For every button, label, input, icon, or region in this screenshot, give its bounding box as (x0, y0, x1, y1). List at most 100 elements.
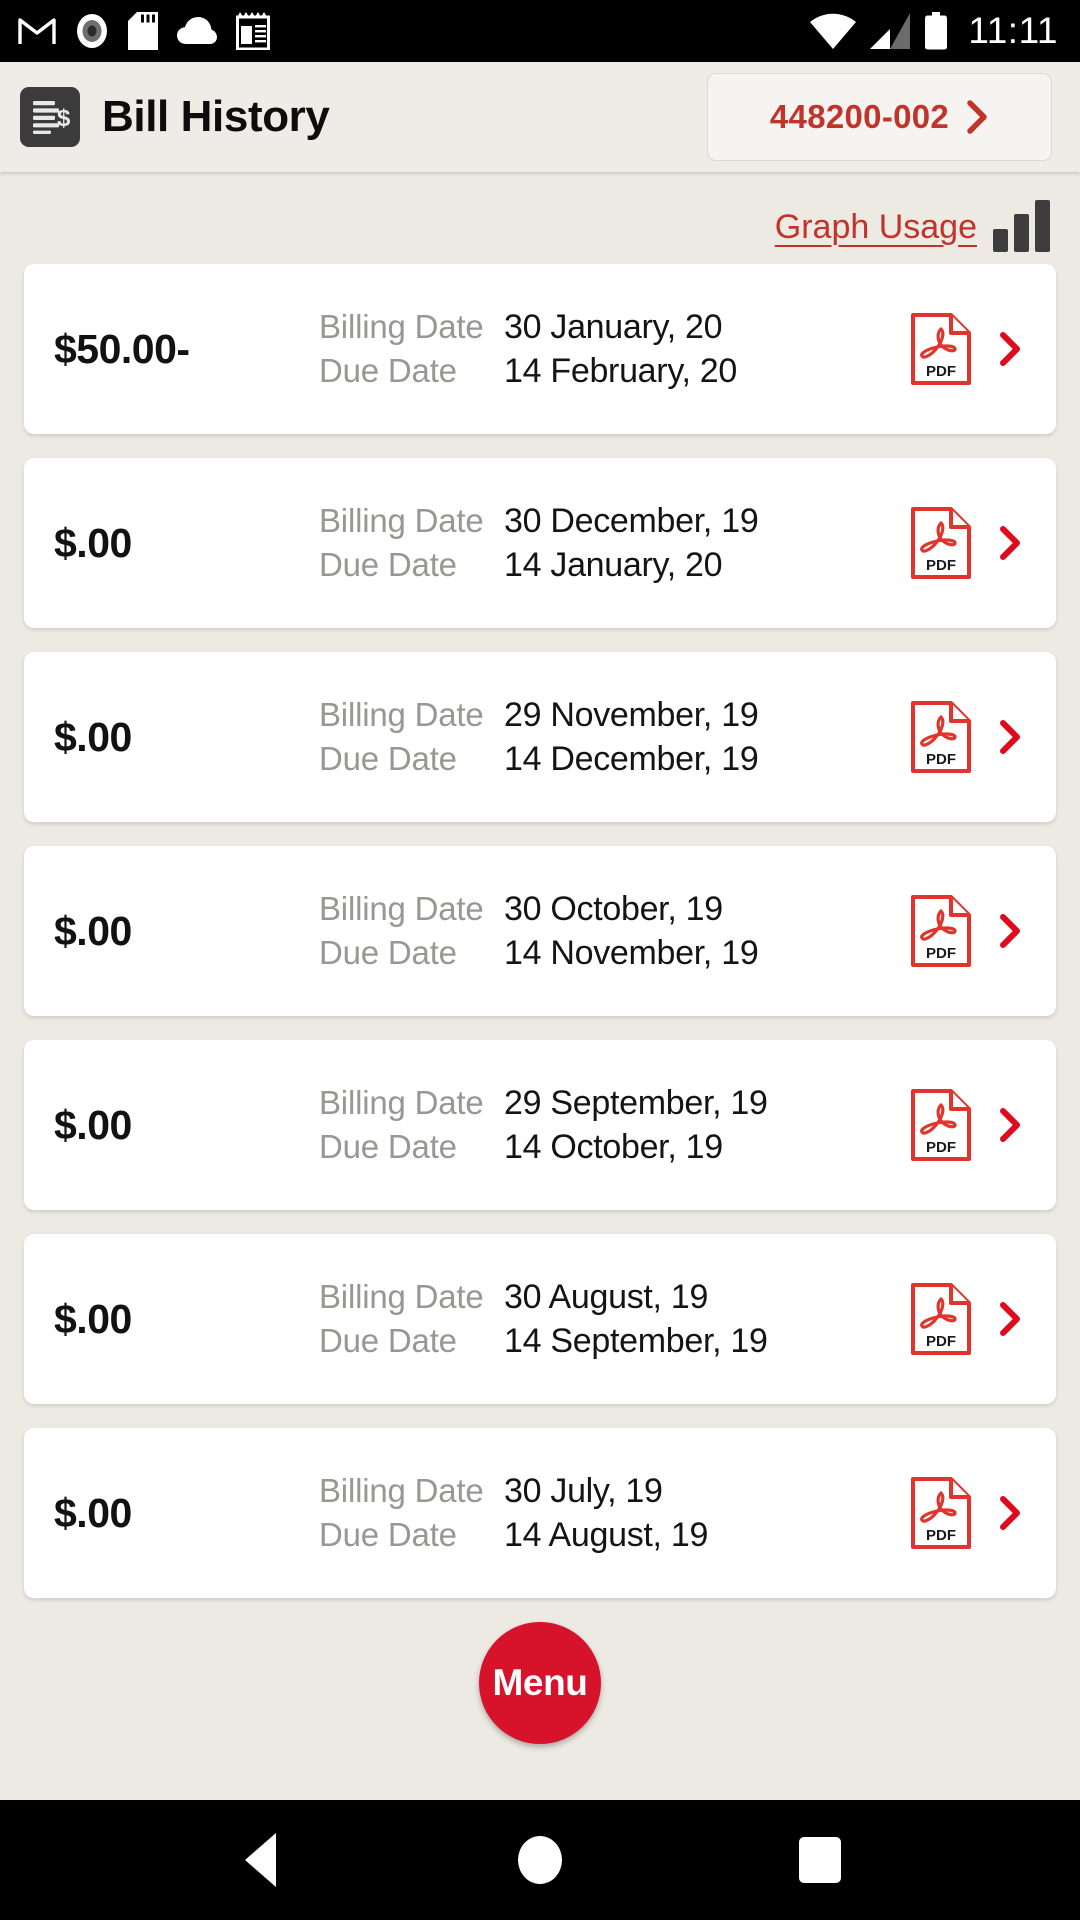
bill-card[interactable]: $.00 Billing Date 30 August, 19 Due Date 14 … (24, 1234, 1056, 1404)
chevron-right-icon[interactable] (1000, 720, 1022, 754)
billing-date-label: Billing Date (319, 889, 484, 927)
bill-card[interactable]: $.00 Billing Date 30 December, 19 Due Date 1… (24, 458, 1056, 628)
due-date-value: 14 November, 19 (504, 933, 759, 972)
battery-icon (925, 12, 948, 50)
bill-card-actions: PDF (910, 1088, 1056, 1162)
due-date-label: Due Date (319, 1515, 457, 1553)
menu-fab-label: Menu (492, 1662, 588, 1703)
bill-amount: $.00 (54, 713, 132, 760)
bill-card-actions: PDF (910, 894, 1056, 968)
page-title: Bill History (102, 92, 330, 141)
due-date-value: 14 December, 19 (504, 739, 759, 778)
bill-dates: Billing Date 29 September, 19 Due Date 14 O… (319, 1084, 910, 1167)
pdf-icon[interactable]: PDF (910, 1476, 972, 1550)
billing-date-row: Billing Date 30 July, 19 (319, 1472, 900, 1511)
bill-amount: $.00 (54, 907, 132, 954)
sd-card-icon (128, 12, 158, 50)
bill-amount: $50.00- (54, 325, 190, 372)
bill-amount: $.00 (54, 1489, 132, 1536)
due-date-row: Due Date 14 February, 20 (319, 352, 900, 391)
bar-chart-bar (1035, 200, 1050, 252)
chevron-right-icon[interactable] (1000, 332, 1022, 366)
recents-square-icon (799, 1837, 841, 1883)
billing-date-value: 30 July, 19 (504, 1471, 663, 1510)
billing-date-value: 30 October, 19 (504, 889, 723, 928)
bill-card-actions: PDF (910, 1282, 1056, 1356)
bill-document-icon: $ (20, 87, 80, 147)
bill-card[interactable]: $.00 Billing Date 30 October, 19 Due Date 14… (24, 846, 1056, 1016)
bill-amount: $.00 (54, 1101, 132, 1148)
billing-date-row: Billing Date 30 August, 19 (319, 1278, 900, 1317)
billing-date-label: Billing Date (319, 695, 484, 733)
pdf-icon[interactable]: PDF (910, 894, 972, 968)
pdf-icon[interactable]: PDF (910, 700, 972, 774)
bill-card-actions: PDF (910, 506, 1056, 580)
bill-card[interactable]: $.00 Billing Date 30 July, 19 Due Date 14 Au… (24, 1428, 1056, 1598)
bill-card[interactable]: $50.00- Billing Date 30 January, 20 Due Dat… (24, 264, 1056, 434)
bill-amount: $.00 (54, 519, 132, 566)
due-date-row: Due Date 14 December, 19 (319, 740, 900, 779)
billing-date-label: Billing Date (319, 501, 484, 539)
due-date-value: 14 September, 19 (504, 1321, 768, 1360)
svg-text:PDF: PDF (926, 1527, 956, 1544)
bill-dates: Billing Date 30 October, 19 Due Date 14 Nov… (319, 890, 910, 973)
svg-text:PDF: PDF (926, 751, 956, 768)
graph-usage-link[interactable]: Graph Usage (775, 208, 977, 247)
due-date-label: Due Date (319, 351, 457, 389)
due-date-value: 14 January, 20 (504, 545, 723, 584)
due-date-row: Due Date 14 January, 20 (319, 546, 900, 585)
svg-text:PDF: PDF (926, 945, 956, 962)
main-content: Graph Usage $50.00- Billing Date 30 Januar… (0, 172, 1080, 1800)
notepad-icon (236, 12, 270, 50)
svg-text:PDF: PDF (926, 1139, 956, 1156)
chevron-right-icon[interactable] (1000, 914, 1022, 948)
menu-fab-button[interactable]: Menu (479, 1622, 601, 1744)
bill-card[interactable]: $.00 Billing Date 29 September, 19 Due Date… (24, 1040, 1056, 1210)
status-bar-system-icons: 11:11 (810, 10, 1058, 52)
due-date-label: Due Date (319, 933, 457, 971)
billing-date-value: 30 January, 20 (504, 307, 723, 346)
chevron-right-icon[interactable] (1000, 1496, 1022, 1530)
nav-recents-button[interactable] (765, 1805, 875, 1915)
pdf-icon[interactable]: PDF (910, 312, 972, 386)
screen-record-icon (77, 14, 107, 48)
due-date-label: Due Date (319, 739, 457, 777)
due-date-row: Due Date 14 September, 19 (319, 1322, 900, 1361)
pdf-icon[interactable]: PDF (910, 1282, 972, 1356)
due-date-row: Due Date 14 November, 19 (319, 934, 900, 973)
bill-card-actions: PDF (910, 700, 1056, 774)
chevron-right-icon[interactable] (1000, 526, 1022, 560)
svg-text:$: $ (57, 105, 71, 132)
app-bar-left-group: $ Bill History (20, 87, 330, 147)
account-selector-button[interactable]: 448200-002 (707, 73, 1052, 161)
pdf-icon[interactable]: PDF (910, 1088, 972, 1162)
bill-card[interactable]: $.00 Billing Date 29 November, 19 Due Date 1… (24, 652, 1056, 822)
due-date-value: 14 October, 19 (504, 1127, 723, 1166)
chevron-right-icon[interactable] (1000, 1302, 1022, 1336)
billing-date-label: Billing Date (319, 1277, 484, 1315)
due-date-value: 14 February, 20 (504, 351, 738, 390)
due-date-value: 14 August, 19 (504, 1515, 709, 1554)
nav-back-button[interactable] (205, 1805, 315, 1915)
billing-date-value: 29 September, 19 (504, 1083, 768, 1122)
billing-date-value: 29 November, 19 (504, 695, 759, 734)
billing-date-row: Billing Date 30 December, 19 (319, 502, 900, 541)
bar-chart-icon[interactable] (993, 200, 1050, 252)
bill-card-actions: PDF (910, 312, 1056, 386)
chevron-right-icon[interactable] (1000, 1108, 1022, 1142)
nav-home-button[interactable] (485, 1805, 595, 1915)
billing-date-value: 30 August, 19 (504, 1277, 709, 1316)
fab-container: Menu (0, 1622, 1080, 1744)
android-navigation-bar (0, 1800, 1080, 1920)
bill-amount: $.00 (54, 1295, 132, 1342)
graph-usage-row[interactable]: Graph Usage (0, 176, 1080, 264)
pdf-icon[interactable]: PDF (910, 506, 972, 580)
billing-date-label: Billing Date (319, 1083, 484, 1121)
due-date-label: Due Date (319, 1321, 457, 1359)
billing-date-row: Billing Date 29 September, 19 (319, 1084, 900, 1123)
status-bar-notification-icons (18, 12, 270, 50)
billing-date-row: Billing Date 30 January, 20 (319, 308, 900, 347)
status-bar-clock: 11:11 (968, 10, 1058, 51)
billing-date-row: Billing Date 29 November, 19 (319, 696, 900, 735)
billing-date-label: Billing Date (319, 1471, 484, 1509)
